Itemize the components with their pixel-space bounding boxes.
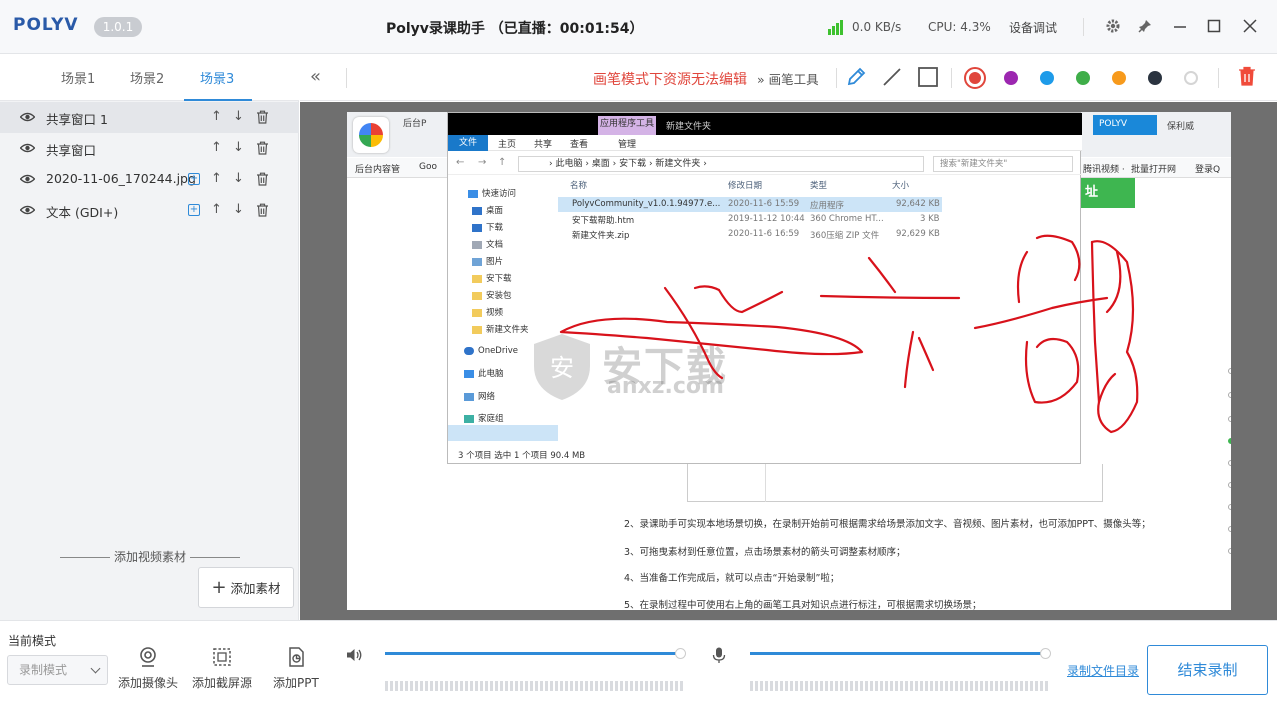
source-name: 共享窗口 1	[46, 112, 108, 127]
add-camera-button[interactable]: 添加摄像头	[118, 646, 178, 691]
record-directory-link[interactable]: 录制文件目录	[1067, 662, 1139, 679]
source-name: 文本 (GDI+)	[46, 205, 119, 220]
color-black[interactable]	[1148, 71, 1162, 85]
add-screen-button[interactable]: 添加截屏源	[192, 646, 252, 691]
divider	[951, 68, 952, 88]
source-list: 共享窗口 1 ↑ ↓ 共享窗口 ↑ ↓ 2020-11-06_170244.jp…	[0, 102, 299, 226]
eye-icon[interactable]	[20, 112, 35, 122]
gear-icon[interactable]	[1102, 15, 1124, 37]
scene-tabs: 场景1 场景2 场景3	[0, 55, 299, 101]
delete-icon[interactable]	[256, 110, 269, 124]
move-down-icon[interactable]: ↓	[233, 171, 244, 186]
delete-icon[interactable]	[256, 141, 269, 155]
minimize-icon[interactable]	[1169, 15, 1191, 37]
eye-icon[interactable]	[20, 205, 35, 215]
move-up-icon[interactable]: ↑	[211, 171, 222, 186]
divider	[346, 68, 347, 88]
mode-select[interactable]: 录制模式	[7, 655, 108, 685]
scene-panel: 场景1 场景2 场景3 共享窗口 1 ↑ ↓ 共享窗口 ↑ ↓ 2020-11-…	[0, 55, 299, 620]
add-video-label: 添加视频素材	[56, 548, 244, 565]
version-badge: 1.0.1	[94, 17, 142, 37]
move-down-icon[interactable]: ↓	[233, 109, 244, 124]
divider	[1083, 18, 1084, 36]
divider	[1218, 68, 1219, 88]
delete-icon[interactable]	[256, 203, 269, 217]
add-material-button[interactable]: + 添加素材	[198, 567, 294, 608]
pen-annotation	[559, 234, 1139, 434]
source-row[interactable]: 2020-11-06_170244.jpg + ↑ ↓	[0, 164, 299, 195]
source-name: 共享窗口	[46, 143, 97, 158]
plus-icon: +	[211, 577, 227, 598]
speaker-volume-handle[interactable]	[675, 648, 686, 659]
color-purple[interactable]	[1004, 71, 1018, 85]
tab-scene-3[interactable]: 场景3	[200, 68, 234, 87]
screen-capture-icon	[213, 648, 231, 666]
rectangle-icon[interactable]	[917, 66, 939, 88]
line-icon[interactable]	[881, 66, 903, 88]
bottom-bar: 当前模式 录制模式 添加摄像头 添加截屏源 添加PPT 录制文件目录 结束录制	[0, 620, 1277, 725]
close-icon[interactable]	[1239, 15, 1261, 37]
color-orange[interactable]	[1112, 71, 1126, 85]
source-row[interactable]: 共享窗口 ↑ ↓	[0, 133, 299, 164]
clear-drawing-icon[interactable]	[1238, 66, 1256, 86]
title-bar: POLYV 1.0.1 Polyv录课助手 （已直播：00:01:54） 0.0…	[0, 0, 1277, 54]
move-up-icon[interactable]: ↑	[211, 202, 222, 217]
net-speed: 0.0 KB/s	[852, 20, 902, 34]
add-camera-label: 添加摄像头	[118, 676, 179, 690]
pencil-icon[interactable]	[845, 66, 867, 88]
source-name: 2020-11-06_170244.jpg	[46, 171, 196, 186]
mic-level-meter	[750, 681, 1050, 691]
app-window: POLYV 1.0.1 Polyv录课助手 （已直播：00:01:54） 0.0…	[0, 0, 1277, 725]
device-test-button[interactable]: 设备调试	[1009, 19, 1057, 36]
move-down-icon[interactable]: ↓	[233, 140, 244, 155]
delete-icon[interactable]	[256, 172, 269, 186]
color-red[interactable]	[964, 67, 986, 89]
add-material-label: 添加素材	[230, 581, 281, 596]
camera-icon	[140, 647, 156, 667]
collapse-panel-icon[interactable]: «	[310, 66, 321, 87]
ppt-icon	[289, 647, 304, 667]
color-green[interactable]	[1076, 71, 1090, 85]
pen-tools-toggle[interactable]: » 画笔工具	[757, 69, 819, 88]
mode-label: 当前模式	[8, 634, 57, 648]
divider	[836, 68, 837, 88]
color-blue[interactable]	[1040, 71, 1054, 85]
tab-scene-1[interactable]: 场景1	[61, 68, 95, 87]
signal-icon	[828, 19, 848, 35]
preview-canvas[interactable]: 后台P POLYV 保利威 后台内容管 Goo 腾讯视频 · 批量打开网 登录Q…	[347, 112, 1231, 610]
end-record-button[interactable]: 结束录制	[1147, 645, 1268, 695]
speaker-level-meter	[385, 681, 685, 691]
pen-tools-label: 画笔工具	[768, 72, 819, 87]
speaker-volume-slider[interactable]	[385, 652, 680, 655]
pen-mode-warning: 画笔模式下资源无法编辑	[593, 72, 747, 88]
active-tab-indicator	[184, 99, 252, 101]
add-ppt-label: 添加PPT	[273, 676, 319, 690]
cpu-usage: CPU: 4.3%	[928, 20, 991, 34]
eye-icon[interactable]	[20, 143, 35, 153]
move-down-icon[interactable]: ↓	[233, 202, 244, 217]
preview-area: 后台P POLYV 保利威 后台内容管 Goo 腾讯视频 · 批量打开网 登录Q…	[300, 102, 1277, 620]
move-up-icon[interactable]: ↑	[211, 140, 222, 155]
app-logo: POLYV	[13, 15, 79, 35]
pin-icon[interactable]	[1134, 15, 1156, 37]
add-screen-label: 添加截屏源	[192, 676, 253, 690]
source-row[interactable]: 文本 (GDI+) + ↑ ↓	[0, 195, 299, 226]
speaker-icon[interactable]	[345, 646, 363, 664]
pen-toolbar: « 画笔模式下资源无法编辑 » 画笔工具	[300, 55, 1277, 101]
eye-icon[interactable]	[20, 174, 35, 184]
mic-volume-slider[interactable]	[750, 652, 1045, 655]
edit-source-icon[interactable]: +	[188, 173, 200, 185]
color-white[interactable]	[1184, 71, 1198, 85]
source-row[interactable]: 共享窗口 1 ↑ ↓	[0, 102, 299, 133]
microphone-icon[interactable]	[710, 646, 728, 664]
mic-volume-handle[interactable]	[1040, 648, 1051, 659]
tab-scene-2[interactable]: 场景2	[130, 68, 164, 87]
edit-source-icon[interactable]: +	[188, 204, 200, 216]
move-up-icon[interactable]: ↑	[211, 109, 222, 124]
add-ppt-button[interactable]: 添加PPT	[273, 646, 319, 691]
app-title: Polyv录课助手 （已直播：00:01:54）	[386, 21, 644, 37]
maximize-icon[interactable]	[1203, 15, 1225, 37]
